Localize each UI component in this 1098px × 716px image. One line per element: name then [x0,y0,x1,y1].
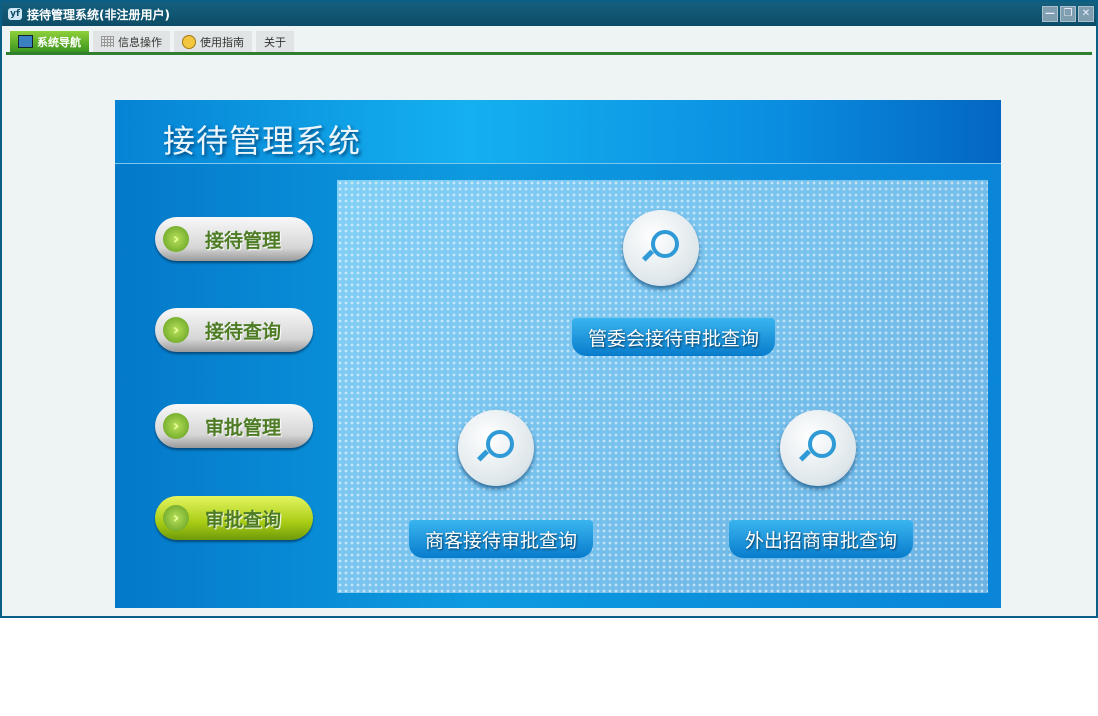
tab-label: 使用指南 [200,35,244,49]
search-icon[interactable] [780,410,856,486]
tab-label: 系统导航 [37,35,81,49]
minimize-button[interactable]: — [1042,6,1058,22]
menu-label: 审批管理 [205,416,282,439]
tab-user-guide[interactable]: 使用指南 [174,31,252,52]
app-logo-icon: yf [8,8,22,20]
outbound-investment-approval-query-button[interactable]: 外出招商审批查询 [729,520,914,558]
restore-button[interactable]: ❐ [1060,6,1076,22]
menu-label: 审批查询 [205,508,282,531]
menu-approval-query[interactable]: › 审批查询 [155,496,313,540]
menu-reception-management[interactable]: › 接待管理 [155,217,313,261]
tab-system-nav[interactable]: 系统导航 [10,31,89,52]
search-icon[interactable] [623,210,699,286]
committee-approval-query-button[interactable]: 管委会接待审批查询 [572,318,776,356]
window-title: 接待管理系统(非注册用户) [27,7,170,22]
world-map-panel: 管委会接待审批查询 商客接待审批查询 外出招商审批查询 [337,180,988,593]
search-icon[interactable] [458,410,534,486]
help-icon [182,34,196,49]
chevron-right-icon: › [163,317,189,343]
menu-reception-query[interactable]: › 接待查询 [155,308,313,352]
menu-label: 接待管理 [205,229,282,252]
title-bar: yf 接待管理系统(非注册用户) — ❐ ✕ [2,2,1096,26]
tab-bar: 系统导航 信息操作 使用指南 关于 [6,28,1092,55]
merchant-approval-query-button[interactable]: 商客接待审批查询 [409,520,594,558]
tab-info-ops[interactable]: 信息操作 [93,31,170,52]
chevron-right-icon: › [163,505,189,531]
menu-approval-management[interactable]: › 审批管理 [155,404,313,448]
tab-label: 关于 [264,35,286,49]
chevron-right-icon: › [163,226,189,252]
main-banner: 接待管理系统 › 接待管理 › 接待查询 › 审批管理 › 审批查询 管委会接待审批查询… [115,100,1001,608]
banner-title: 接待管理系统 [163,122,362,160]
app-window: yf 接待管理系统(非注册用户) — ❐ ✕ 系统导航 信息操作 使用指南 关于… [0,0,1098,618]
tab-about[interactable]: 关于 [256,31,294,52]
close-button[interactable]: ✕ [1078,6,1094,22]
monitor-icon [18,35,33,48]
chevron-right-icon: › [163,413,189,439]
grid-icon [101,36,114,47]
tab-label: 信息操作 [118,35,162,49]
menu-label: 接待查询 [205,320,282,343]
